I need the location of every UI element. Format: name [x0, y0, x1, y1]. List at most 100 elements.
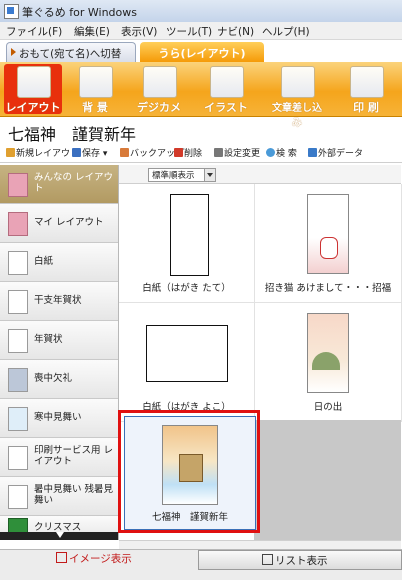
- illustration-tool-button[interactable]: イラスト: [197, 64, 255, 114]
- layout-card-blank-vertical[interactable]: 白紙（はがき たて）: [119, 184, 255, 303]
- people-icon: [8, 173, 28, 197]
- arrow-down-icon: [56, 532, 64, 538]
- sort-order-select[interactable]: 標準順表示: [148, 168, 216, 182]
- snowman-icon: [8, 407, 28, 431]
- menu-edit[interactable]: 編集(E): [74, 24, 110, 39]
- menu-file[interactable]: ファイル(F): [6, 24, 62, 39]
- delete-icon: [174, 148, 183, 157]
- background-tool-button[interactable]: 背 景: [66, 64, 124, 114]
- sidebar-item-everyone-layout[interactable]: みんなの レイアウト: [0, 165, 118, 204]
- layout-card-lucky-cat[interactable]: 招き猫 あけまして・・・招福: [255, 184, 402, 303]
- action-bar: 新規レイアウト 保存 ▾ バックアップ 削除 設定変更 検 索 外部データ: [0, 143, 402, 163]
- flower-icon: [8, 368, 28, 392]
- sidebar-item-label: 年賀状: [34, 334, 63, 345]
- printer-icon: [350, 66, 384, 98]
- sidebar-item-new-year-cards[interactable]: 年賀状: [0, 321, 118, 360]
- layout-card-sunrise[interactable]: 日の出: [255, 303, 402, 422]
- search-icon: [266, 148, 275, 157]
- sidebar-item-label: 寒中見舞い: [34, 412, 82, 423]
- person-icon: [8, 212, 28, 236]
- camera-tool-button[interactable]: デジカメ: [130, 64, 188, 114]
- play-arrow-icon: [11, 48, 16, 56]
- print-tool-label: 印 刷: [353, 101, 379, 114]
- menu-help[interactable]: ヘルプ(H): [262, 24, 310, 39]
- sidebar-item-summer-greeting[interactable]: 暑中見舞い 残暑見舞い: [0, 477, 118, 516]
- image-view-label: イメージ表示: [69, 553, 132, 565]
- list-view-label: リスト表示: [275, 555, 328, 567]
- tab-back-label: うら(レイアウト): [158, 47, 246, 60]
- lucky-cat-thumbnail: [307, 194, 349, 274]
- settings-icon: [214, 148, 223, 157]
- new-layout-icon: [6, 148, 15, 157]
- cat-icon: [320, 237, 338, 259]
- page-title: 七福神 謹賀新年: [8, 125, 137, 144]
- save-button[interactable]: 保存 ▾: [72, 146, 107, 159]
- save-icon: [72, 148, 81, 157]
- selection-highlight: [118, 410, 260, 533]
- sidebar-item-label: マイ レイアウト: [34, 217, 104, 228]
- card-icon: [8, 290, 28, 314]
- chevron-down-icon: [204, 169, 215, 181]
- image-view-button[interactable]: イメージ表示: [56, 551, 132, 566]
- text-insert-tool-button[interactable]: 文章差し込み: [268, 64, 326, 129]
- empty-grid-area: [254, 420, 401, 540]
- external-data-icon: [308, 148, 317, 157]
- menu-navi[interactable]: ナビ(N): [217, 24, 254, 39]
- sidebar-item-print-service[interactable]: 印刷サービス用 レイアウト: [0, 438, 118, 477]
- list-view-label-wrap: リスト表示: [262, 553, 328, 568]
- layout-tool-button[interactable]: レイアウト: [4, 64, 62, 114]
- illustration-icon: [210, 66, 244, 98]
- layout-caption: 招き猫 あけまして・・・招福: [264, 283, 392, 294]
- layout-thumbnail: [146, 325, 228, 382]
- text-insert-icon: [281, 66, 315, 98]
- card-icon: [8, 329, 28, 353]
- background-icon: [79, 66, 113, 98]
- menu-tools[interactable]: ツール(T): [166, 24, 212, 39]
- tab-front-side[interactable]: おもて(宛て名)へ切替: [6, 42, 136, 62]
- sidebar-item-winter-greeting[interactable]: 寒中見舞い: [0, 399, 118, 438]
- search-button[interactable]: 検 索: [266, 146, 297, 159]
- window-title: 筆ぐるめ for Windows: [22, 6, 138, 19]
- app-icon: [4, 4, 19, 19]
- delete-button[interactable]: 削除: [174, 146, 202, 159]
- layout-icon: [17, 66, 51, 98]
- sunrise-thumbnail: [307, 313, 349, 393]
- menu-bar: ファイル(F) 編集(E) 表示(V) ツール(T) ナビ(N) ヘルプ(H): [0, 22, 402, 40]
- sidebar-item-label: 干支年賀状: [34, 295, 82, 306]
- grid-view-icon: [56, 552, 67, 563]
- mountain-icon: [312, 352, 340, 370]
- camera-tool-label: デジカメ: [137, 101, 181, 114]
- layout-caption: 白紙（はがき たて）: [142, 283, 231, 294]
- card-icon: [8, 446, 28, 470]
- sidebar-item-label: 暑中見舞い 残暑見舞い: [34, 484, 114, 506]
- sidebar-item-label: みんなの レイアウト: [34, 172, 114, 194]
- layout-caption: 日の出: [313, 402, 343, 413]
- card-icon: [8, 485, 28, 509]
- camera-icon: [143, 66, 177, 98]
- sidebar-item-label: 白紙: [34, 256, 54, 267]
- layout-card-blank-horizontal[interactable]: 白紙（はがき よこ）: [119, 303, 255, 422]
- sidebar-item-blank[interactable]: 白紙: [0, 243, 118, 282]
- sidebar-item-label: 印刷サービス用 レイアウト: [34, 445, 114, 467]
- sort-order-value: 標準順表示: [152, 171, 195, 181]
- settings-change-button[interactable]: 設定変更: [214, 146, 260, 159]
- main-toolbar: レイアウト 背 景 デジカメ イラスト 文章差し込み 印 刷: [0, 62, 402, 129]
- category-sidebar: みんなの レイアウト マイ レイアウト 白紙 干支年賀状 年賀状 喪中欠礼 寒中…: [0, 165, 119, 540]
- text-insert-tool-label: 文章差し込み: [272, 103, 322, 129]
- sidebar-item-mourning[interactable]: 喪中欠礼: [0, 360, 118, 399]
- external-data-button[interactable]: 外部データ: [308, 146, 363, 159]
- layout-tool-label: レイアウト: [5, 101, 61, 114]
- layout-thumbnail: [170, 194, 209, 276]
- sidebar-item-zodiac-cards[interactable]: 干支年賀状: [0, 282, 118, 321]
- background-tool-label: 背 景: [82, 101, 108, 114]
- tab-back-side[interactable]: うら(レイアウト): [140, 42, 264, 62]
- new-layout-button[interactable]: 新規レイアウト: [6, 146, 79, 159]
- sidebar-item-label: 喪中欠礼: [34, 373, 73, 384]
- menu-view[interactable]: 表示(V): [121, 24, 157, 39]
- tab-front-label: おもて(宛て名)へ切替: [19, 48, 122, 60]
- sidebar-item-my-layout[interactable]: マイ レイアウト: [0, 204, 118, 243]
- illustration-tool-label: イラスト: [204, 101, 248, 114]
- print-tool-button[interactable]: 印 刷: [337, 64, 395, 114]
- list-view-icon: [262, 554, 273, 565]
- backup-icon: [120, 148, 129, 157]
